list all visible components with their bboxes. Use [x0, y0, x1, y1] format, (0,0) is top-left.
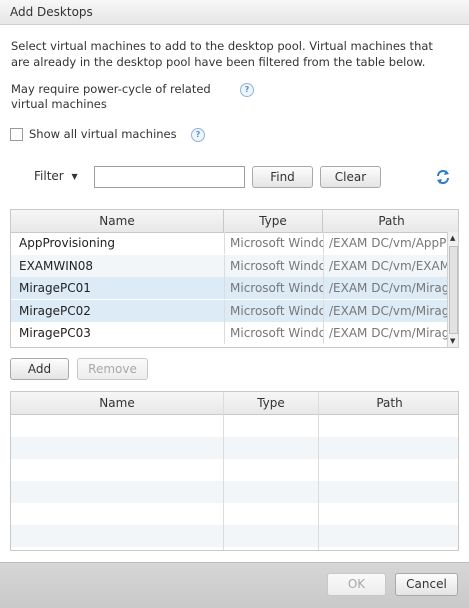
vm-path-cell: /EXAM DC/vm/EXAM: [323, 254, 447, 277]
vm-name-cell: MiragePC02: [19, 303, 91, 318]
empty-row: [11, 503, 458, 525]
power-cycle-note-line-2: virtual machines: [11, 97, 107, 111]
empty-row: [11, 415, 458, 437]
add-button[interactable]: Add: [10, 358, 69, 380]
vm-path-cell: /EXAM DC/vm/AppPr: [323, 232, 447, 254]
dialog-footer: OK Cancel: [0, 562, 469, 608]
power-cycle-note-line-1: May require power-cycle of related: [11, 82, 211, 96]
filter-dropdown[interactable]: Filter ▼: [34, 169, 78, 183]
show-all-vms-label: Show all virtual machines: [29, 127, 177, 141]
vm-type-cell: Microsoft Windo: [224, 322, 323, 344]
empty-row: [11, 459, 458, 481]
vm-type-cell: Microsoft Windo: [224, 232, 323, 254]
power-cycle-help-icon[interactable]: ?: [240, 83, 254, 97]
filter-dropdown-label: Filter: [34, 169, 64, 183]
column-header-path[interactable]: Path: [323, 210, 458, 232]
find-button[interactable]: Find: [252, 166, 313, 188]
intro-text-line-1: Select virtual machines to add to the de…: [11, 39, 433, 53]
show-all-help-icon[interactable]: ?: [191, 128, 205, 142]
vm-table-row[interactable]: MiragePC02 Microsoft Windo/EXAM DC/vm/Mir…: [11, 299, 447, 322]
filter-input[interactable]: [94, 166, 245, 188]
empty-row: [11, 481, 458, 503]
dialog-title: Add Desktops: [10, 5, 93, 19]
refresh-icon[interactable]: [434, 168, 452, 186]
vm-type-cell: Microsoft Windo: [224, 277, 323, 299]
column-divider: [318, 392, 319, 550]
empty-row: [11, 437, 458, 459]
column-divider: [223, 392, 224, 550]
clear-button[interactable]: Clear: [320, 166, 381, 188]
scrollbar-thumb[interactable]: [449, 246, 458, 334]
scroll-down-arrow-icon[interactable]: ▼: [450, 337, 455, 345]
selected-vms-table: Name Type Path: [10, 391, 459, 551]
column-header-type[interactable]: Type: [224, 210, 323, 232]
caret-down-icon: ▼: [71, 172, 78, 181]
vm-name-cell: MiragePC03: [19, 326, 91, 340]
vm-path-cell: /EXAM DC/vm/Mirag: [323, 322, 447, 344]
vm-table-row[interactable]: EXAMWIN08 Microsoft Windo/EXAM DC/vm/EXAM: [11, 254, 447, 277]
cancel-button[interactable]: Cancel: [395, 573, 458, 596]
show-all-vms-checkbox[interactable]: [10, 128, 23, 141]
remove-button[interactable]: Remove: [77, 358, 148, 380]
vm-type-cell: Microsoft Windo: [224, 299, 323, 322]
vm-name-cell: EXAMWIN08: [19, 258, 94, 273]
vm-path-cell: /EXAM DC/vm/Mirag: [323, 299, 447, 322]
intro-text-line-2: are already in the desktop pool have bee…: [11, 55, 426, 69]
vm-table-row[interactable]: AppProvisioning Microsoft Windo/EXAM DC/v…: [11, 232, 447, 254]
vm-table-row[interactable]: MiragePC03 Microsoft Windo/EXAM DC/vm/Mir…: [11, 322, 447, 344]
empty-row: [11, 525, 458, 547]
selected-table-header: Name Type Path: [11, 392, 458, 415]
column-header-name[interactable]: Name: [11, 210, 224, 232]
selected-column-header-name[interactable]: Name: [11, 392, 224, 414]
vm-path-cell: /EXAM DC/vm/Mirag: [323, 277, 447, 299]
vm-table-header: Name Type Path: [11, 210, 458, 233]
vm-name-cell: MiragePC01: [19, 281, 91, 295]
selected-column-header-path[interactable]: Path: [319, 392, 458, 414]
vm-table-row[interactable]: MiragePC01 Microsoft Windo/EXAM DC/vm/Mir…: [11, 277, 447, 299]
ok-button[interactable]: OK: [327, 573, 386, 596]
dialog-title-bar: Add Desktops: [0, 0, 469, 25]
vm-type-cell: Microsoft Windo: [224, 254, 323, 277]
scroll-up-arrow-icon[interactable]: ▲: [450, 234, 455, 242]
vm-table: Name Type Path AppProvisioning Microsoft …: [10, 209, 459, 348]
selected-column-header-type[interactable]: Type: [224, 392, 319, 414]
vm-name-cell: AppProvisioning: [19, 236, 116, 250]
vm-table-scrollbar[interactable]: ▲ ▼: [447, 232, 458, 347]
